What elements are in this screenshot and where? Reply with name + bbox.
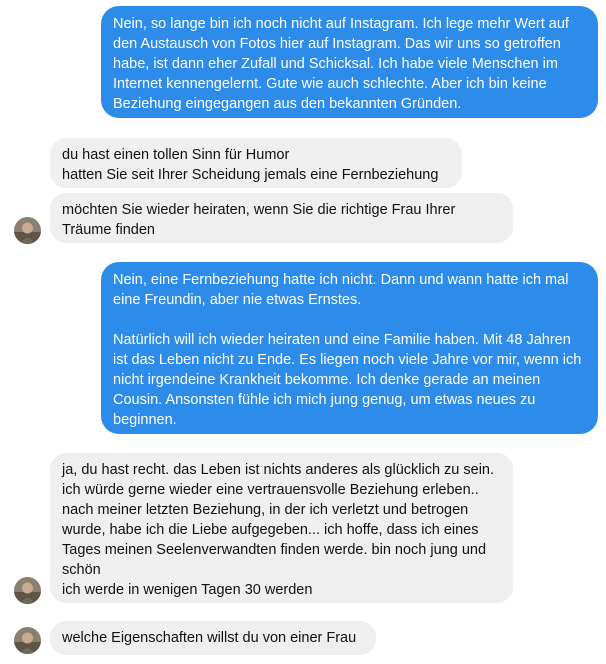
avatar-photo-icon	[14, 217, 41, 244]
incoming-message-bubble[interactable]: du hast einen tollen Sinn für Humor hatt…	[50, 138, 462, 188]
contact-avatar[interactable]	[14, 577, 41, 604]
contact-avatar[interactable]	[14, 217, 41, 244]
outgoing-message-bubble[interactable]: Nein, so lange bin ich noch nicht auf In…	[101, 6, 598, 118]
avatar-photo-icon	[14, 627, 41, 654]
incoming-message-bubble[interactable]: welche Eigenschaften willst du von einer…	[50, 621, 376, 655]
avatar-photo-icon	[14, 577, 41, 604]
incoming-message-bubble[interactable]: ja, du hast recht. das Leben ist nichts …	[50, 453, 513, 603]
incoming-message-bubble[interactable]: möchten Sie wieder heiraten, wenn Sie di…	[50, 193, 513, 243]
contact-avatar[interactable]	[14, 627, 41, 654]
outgoing-message-bubble[interactable]: Nein, eine Fernbeziehung hatte ich nicht…	[101, 262, 598, 434]
